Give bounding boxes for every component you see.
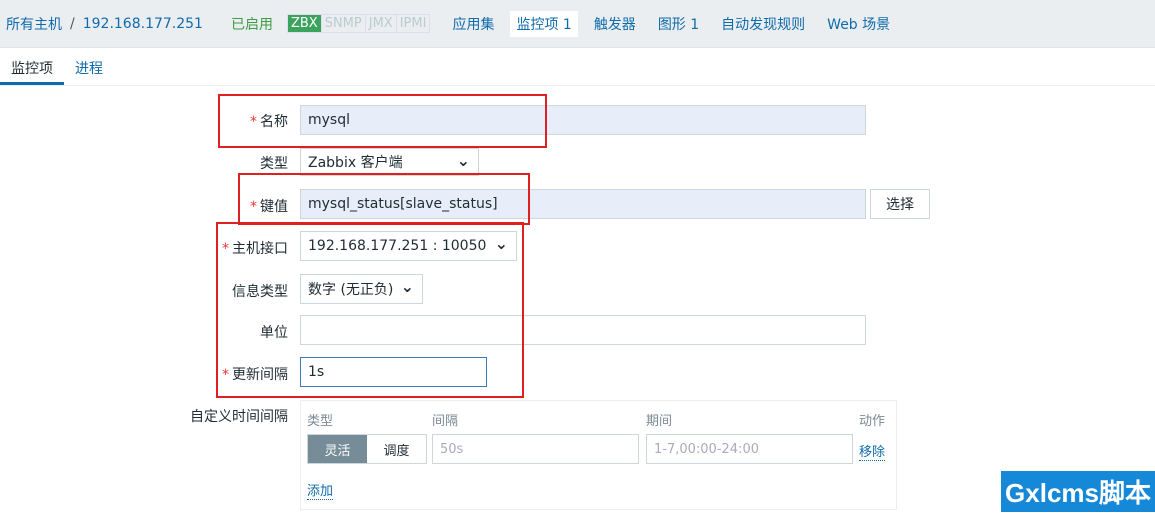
- units-label: 单位: [260, 325, 288, 341]
- status-badge[interactable]: 已启用: [231, 14, 273, 34]
- nav-applications[interactable]: 应用集: [452, 14, 494, 34]
- remove-link[interactable]: 移除: [859, 441, 886, 461]
- header-period: 期间: [646, 414, 673, 429]
- tab-bar: 监控项 进程: [0, 48, 1155, 86]
- breadcrumb-all-hosts[interactable]: 所有主机: [6, 14, 62, 34]
- interval-input[interactable]: 1s: [300, 357, 487, 387]
- units-input[interactable]: [300, 315, 866, 345]
- add-link[interactable]: 添加: [307, 480, 334, 500]
- type-select[interactable]: Zabbix 客户端: [300, 148, 479, 176]
- info-type-select[interactable]: 数字 (无正负): [300, 274, 423, 304]
- availability-tags: ZBX SNMP JMX IPMI: [286, 14, 431, 33]
- nav-discovery[interactable]: 自动发现规则: [721, 14, 805, 34]
- scheduling-button[interactable]: 调度: [367, 435, 426, 463]
- tag-jmx: JMX: [364, 15, 396, 32]
- tag-zbx: ZBX: [287, 15, 321, 32]
- flexible-button[interactable]: 灵活: [308, 435, 367, 463]
- custom-period-input[interactable]: 1-7,00:00-24:00: [646, 434, 853, 464]
- interface-select[interactable]: 192.168.177.251 : 10050: [300, 231, 517, 261]
- info-type-label: 信息类型: [232, 284, 288, 300]
- name-label: * 名称: [250, 114, 288, 130]
- tab-preprocessing[interactable]: 进程: [64, 48, 114, 85]
- tag-ipmi: IPMI: [395, 15, 430, 32]
- header-bar: 所有主机 / 192.168.177.251 已启用 ZBX SNMP JMX I…: [0, 0, 1155, 48]
- breadcrumb-host[interactable]: 192.168.177.251: [83, 16, 203, 32]
- custom-interval-input[interactable]: 50s: [432, 434, 639, 464]
- type-label: 类型: [260, 156, 288, 172]
- watermark-logo: Gxlcms脚本: [1001, 471, 1155, 512]
- tab-item[interactable]: 监控项: [0, 48, 64, 85]
- breadcrumb-separator: /: [70, 15, 75, 32]
- nav-web[interactable]: Web 场景: [827, 14, 890, 34]
- header-interval: 间隔: [432, 414, 459, 429]
- nav-triggers[interactable]: 触发器: [594, 14, 636, 34]
- interval-type-toggle: 灵活 调度: [307, 434, 427, 464]
- custom-intervals-label: 自定义时间间隔: [190, 409, 288, 425]
- nav-items[interactable]: 监控项 1: [510, 10, 578, 37]
- header-action: 动作: [859, 414, 886, 429]
- tag-snmp: SNMP: [320, 15, 365, 32]
- key-input[interactable]: mysql_status[slave_status]: [300, 189, 866, 219]
- name-input[interactable]: mysql: [300, 105, 866, 135]
- header-type: 类型: [307, 414, 334, 429]
- custom-intervals-table: 类型 间隔 期间 动作 灵活 调度 50s 1-7,00:00-24:00 移除…: [300, 400, 897, 510]
- interface-label: * 主机接口: [222, 241, 288, 257]
- key-label: * 键值: [250, 199, 288, 215]
- interval-label: * 更新间隔: [222, 367, 288, 383]
- select-key-button[interactable]: 选择: [870, 189, 930, 219]
- nav-graphs[interactable]: 图形 1: [658, 14, 699, 34]
